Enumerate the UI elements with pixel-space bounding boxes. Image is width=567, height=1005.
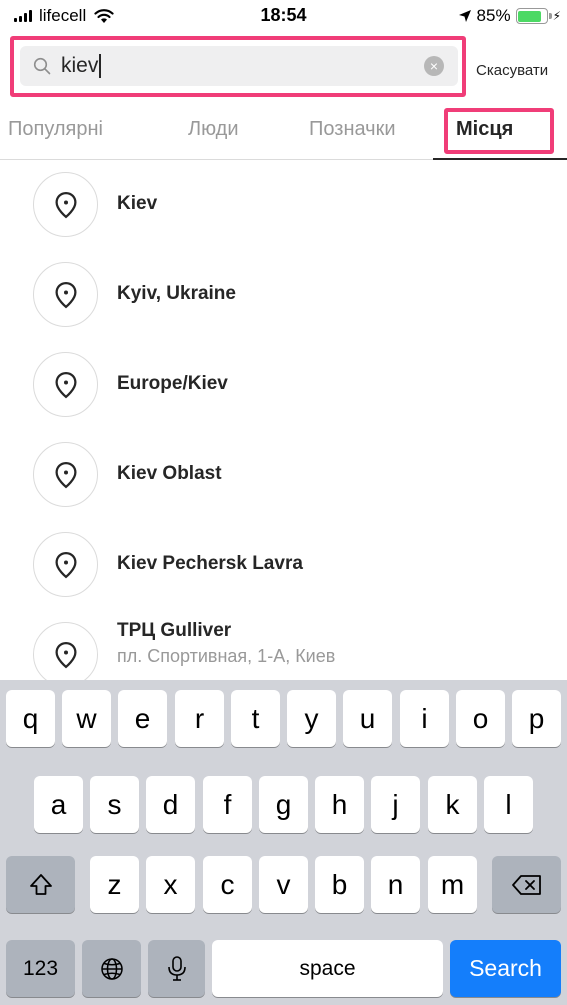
key-k[interactable]: k (428, 776, 477, 833)
key-n[interactable]: n (371, 856, 420, 913)
key-s[interactable]: s (90, 776, 139, 833)
place-pin-icon (33, 352, 98, 417)
list-item[interactable]: Kiev Pechersk Lavra (0, 520, 567, 610)
shift-key[interactable] (6, 856, 75, 913)
key-m[interactable]: m (428, 856, 477, 913)
key-d[interactable]: d (146, 776, 195, 833)
backspace-icon (511, 874, 541, 895)
place-name: Kiev Oblast (117, 463, 222, 484)
shift-icon (29, 873, 52, 895)
list-item[interactable]: Kyiv, Ukraine (0, 250, 567, 340)
place-results-list: Kiev Kyiv, Ukraine Europe/Kiev Kiev Obla… (0, 160, 567, 700)
search-key[interactable]: Search (450, 940, 561, 997)
microphone-key[interactable] (148, 940, 205, 997)
key-v[interactable]: v (259, 856, 308, 913)
place-name: Kyiv, Ukraine (117, 283, 236, 304)
search-query-text: kiev (61, 54, 99, 77)
search-query: kiev (61, 54, 101, 78)
search-icon (33, 57, 51, 75)
cancel-button[interactable]: Скасувати (476, 62, 548, 79)
numbers-key[interactable]: 123 (6, 940, 75, 997)
tab-popular[interactable]: Популярні (8, 118, 103, 141)
tab-people[interactable]: Люди (188, 118, 239, 141)
key-r[interactable]: r (175, 690, 224, 747)
key-l[interactable]: l (484, 776, 533, 833)
key-q[interactable]: q (6, 690, 55, 747)
battery-icon (515, 8, 552, 24)
clear-search-icon[interactable]: × (424, 56, 444, 76)
place-name: Europe/Kiev (117, 373, 228, 394)
key-c[interactable]: c (203, 856, 252, 913)
place-pin-icon (33, 442, 98, 507)
key-f[interactable]: f (203, 776, 252, 833)
status-bar: lifecell 18:54 85% ⚡ (0, 0, 567, 34)
battery-percent: 85% (476, 6, 511, 25)
text-caret (99, 54, 101, 78)
key-b[interactable]: b (315, 856, 364, 913)
key-p[interactable]: p (512, 690, 561, 747)
key-o[interactable]: o (456, 690, 505, 747)
key-y[interactable]: y (287, 690, 336, 747)
key-z[interactable]: z (90, 856, 139, 913)
key-w[interactable]: w (62, 690, 111, 747)
globe-key[interactable] (82, 940, 141, 997)
key-h[interactable]: h (315, 776, 364, 833)
place-name: Kiev Pechersk Lavra (117, 553, 303, 574)
list-item[interactable]: Kiev Oblast (0, 430, 567, 520)
battery-fill (518, 10, 541, 22)
key-x[interactable]: x (146, 856, 195, 913)
backspace-key[interactable] (492, 856, 561, 913)
globe-icon (100, 957, 123, 980)
place-pin-icon (33, 622, 98, 687)
tab-tags[interactable]: Позначки (309, 118, 396, 141)
list-item[interactable]: Kiev (0, 160, 567, 250)
key-t[interactable]: t (231, 690, 280, 747)
place-pin-icon (33, 172, 98, 237)
key-e[interactable]: e (118, 690, 167, 747)
place-name: Kiev (117, 193, 158, 214)
place-pin-icon (33, 262, 98, 327)
place-address: пл. Спортивная, 1-А, Киев (117, 646, 336, 666)
place-pin-icon (33, 532, 98, 597)
charging-bolt-icon: ⚡ (552, 9, 561, 23)
keyboard: q w e r t y u i o p a s d f g h j k l z … (0, 680, 567, 1005)
search-input[interactable]: kiev × (20, 46, 458, 86)
place-name: ТРЦ Gulliver (117, 620, 232, 641)
microphone-icon (167, 955, 186, 981)
key-j[interactable]: j (371, 776, 420, 833)
status-right: 85% ⚡ (458, 6, 561, 26)
key-a[interactable]: a (34, 776, 83, 833)
key-u[interactable]: u (343, 690, 392, 747)
location-arrow-icon (458, 10, 471, 22)
key-i[interactable]: i (400, 690, 449, 747)
list-item[interactable]: Europe/Kiev (0, 340, 567, 430)
key-g[interactable]: g (259, 776, 308, 833)
space-key[interactable]: space (212, 940, 443, 997)
places-tab-highlight-box (444, 108, 554, 154)
